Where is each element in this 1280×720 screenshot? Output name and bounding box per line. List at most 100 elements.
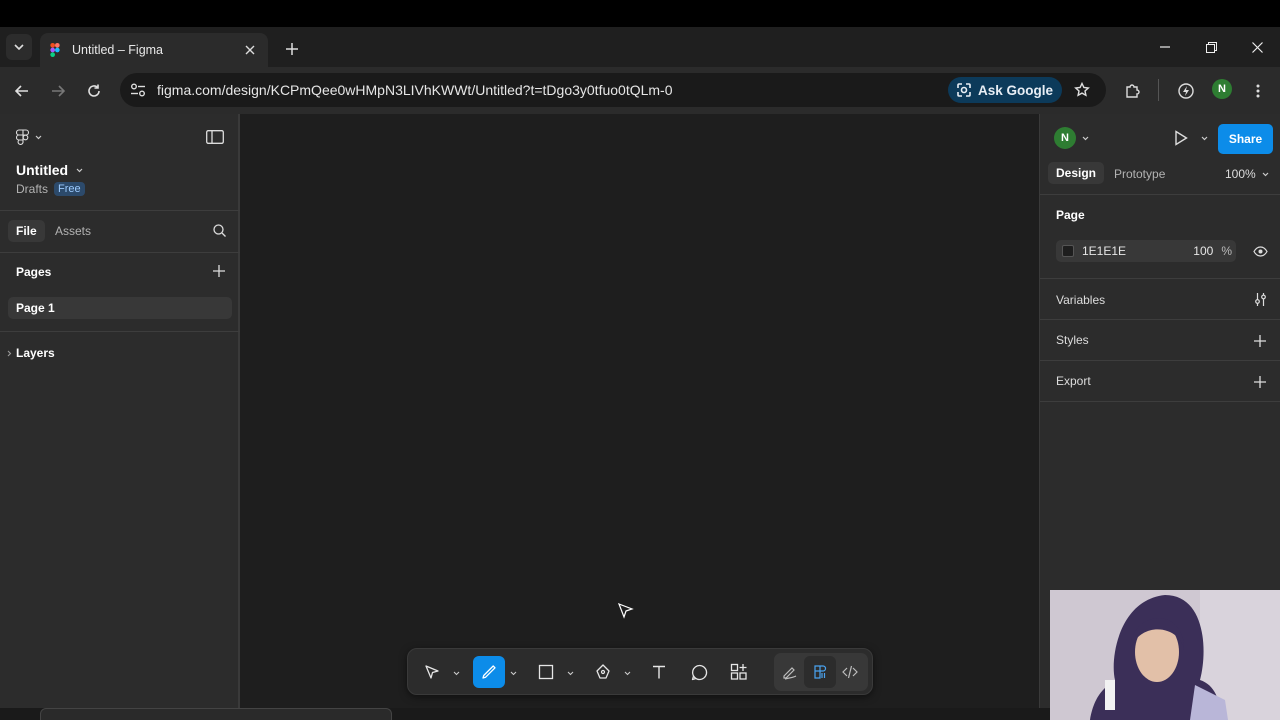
zoom-dropdown[interactable]: 100% (1225, 167, 1269, 181)
visibility-toggle[interactable] (1253, 244, 1268, 262)
share-button[interactable]: Share (1218, 124, 1273, 154)
address-bar[interactable]: figma.com/design/KCPmQee0wHMpN3LIVhKWWt/… (120, 73, 1106, 107)
browser-tab[interactable]: Untitled – Figma (40, 33, 268, 67)
tab-design[interactable]: Design (1048, 162, 1105, 184)
webcam-overlay (1050, 590, 1280, 720)
close-window-button[interactable] (1246, 36, 1268, 58)
plan-badge[interactable]: Free (54, 182, 85, 196)
plus-icon (1254, 376, 1266, 388)
draw-tool-menu[interactable] (509, 669, 517, 677)
google-lens-icon (957, 83, 971, 97)
bookmark-star-icon[interactable] (1072, 80, 1092, 100)
reload-button[interactable] (82, 79, 106, 103)
layers-section-toggle[interactable]: Layers (7, 346, 55, 360)
tab-file[interactable]: File (8, 220, 45, 242)
comment-tool-button[interactable] (683, 656, 715, 688)
site-settings-icon[interactable] (128, 80, 148, 100)
add-page-button[interactable] (213, 265, 225, 277)
shape-tool-button[interactable] (530, 656, 562, 688)
page-item-page-1[interactable]: Page 1 (8, 297, 232, 319)
figma-logo-icon (50, 43, 64, 57)
styles-label: Styles (1056, 333, 1089, 347)
left-sidebar: Untitled Drafts Free File Assets Pages P… (0, 114, 240, 708)
layers-heading: Layers (16, 346, 55, 360)
dev-mode-button[interactable] (834, 656, 866, 688)
tab-prototype[interactable]: Prototype (1114, 167, 1165, 181)
design-mode-button[interactable] (804, 656, 836, 688)
local-variables-button[interactable] (1254, 293, 1267, 311)
add-style-button[interactable] (1254, 334, 1266, 352)
chevron-down-icon[interactable] (1082, 136, 1089, 141)
text-tool-button[interactable] (643, 656, 675, 688)
pen-tool-menu[interactable] (623, 669, 631, 677)
ask-google-button[interactable]: Ask Google (947, 77, 1062, 103)
plus-icon (286, 43, 298, 55)
background-color-swatch[interactable] (1062, 245, 1074, 257)
mouse-cursor-icon (618, 603, 634, 619)
divider (1040, 401, 1280, 402)
background-opacity: 100 (1193, 244, 1214, 258)
chevron-down-icon (624, 671, 630, 675)
draw-mode-icon (783, 667, 797, 680)
close-tab-icon[interactable] (242, 42, 258, 58)
main-menu-button[interactable] (16, 129, 42, 145)
drafts-link[interactable]: Drafts (16, 182, 48, 196)
browser-menu-button[interactable] (1246, 79, 1270, 103)
browser-profile-avatar[interactable]: N (1212, 79, 1232, 99)
background-hex: 1E1E1E (1082, 244, 1127, 258)
divider (1040, 319, 1280, 320)
pages-heading: Pages (16, 265, 52, 279)
restore-icon (1205, 41, 1217, 53)
rectangle-icon (538, 664, 554, 680)
text-t-icon (653, 665, 665, 679)
tab-title: Untitled – Figma (72, 43, 164, 57)
tab-search-button[interactable] (6, 34, 32, 60)
file-name: Untitled (16, 162, 69, 178)
screen-top-bar (0, 0, 1280, 27)
divider (1040, 278, 1280, 279)
minimize-button[interactable] (1154, 36, 1176, 58)
chevron-down-icon (567, 671, 573, 675)
chevron-right-icon (7, 350, 12, 356)
file-name-button[interactable]: Untitled (16, 162, 83, 178)
actions-tool-button[interactable] (723, 656, 755, 688)
user-avatar[interactable]: N (1054, 127, 1076, 149)
toggle-sidebar-button[interactable] (206, 130, 224, 144)
forward-button[interactable] (46, 79, 70, 103)
reload-icon (88, 84, 100, 97)
design-canvas[interactable] (242, 114, 1039, 708)
browser-toolbar: figma.com/design/KCPmQee0wHMpN3LIVhKWWt/… (0, 67, 1280, 114)
move-tool-menu[interactable] (452, 669, 460, 677)
extensions-button[interactable] (1121, 79, 1145, 103)
pen-tool-button[interactable] (587, 656, 619, 688)
chevron-down-icon (453, 671, 459, 675)
tab-assets[interactable]: Assets (55, 224, 91, 238)
ask-google-label: Ask Google (977, 82, 1053, 98)
page-background-field[interactable]: 1E1E1E 100 % (1056, 240, 1236, 262)
performance-button[interactable] (1174, 79, 1198, 103)
draw-mode-button[interactable] (774, 656, 806, 688)
chevron-down-icon[interactable] (1201, 136, 1208, 141)
page-section-heading: Page (1056, 208, 1085, 222)
variables-label: Variables (1056, 293, 1106, 307)
close-icon (1251, 41, 1263, 53)
add-export-button[interactable] (1254, 375, 1266, 393)
eye-icon (1253, 246, 1268, 257)
restore-button[interactable] (1200, 36, 1222, 58)
file-location: Drafts Free (16, 182, 85, 196)
present-button[interactable] (1174, 130, 1188, 151)
sliders-icon (1255, 293, 1266, 306)
pencil-draw-tool-button[interactable] (473, 656, 505, 688)
move-tool-button[interactable] (416, 656, 448, 688)
search-layers-button[interactable] (213, 224, 226, 237)
new-tab-button[interactable] (282, 39, 302, 59)
mode-switcher (774, 653, 868, 691)
back-button[interactable] (10, 79, 34, 103)
presenter-video-image (1050, 590, 1280, 720)
taskbar-search-box[interactable] (40, 708, 392, 720)
opacity-unit: % (1221, 244, 1232, 258)
plus-icon (213, 265, 225, 277)
arrow-left-icon (15, 85, 28, 97)
shape-tool-menu[interactable] (566, 669, 574, 677)
more-vertical-icon (1256, 84, 1260, 98)
